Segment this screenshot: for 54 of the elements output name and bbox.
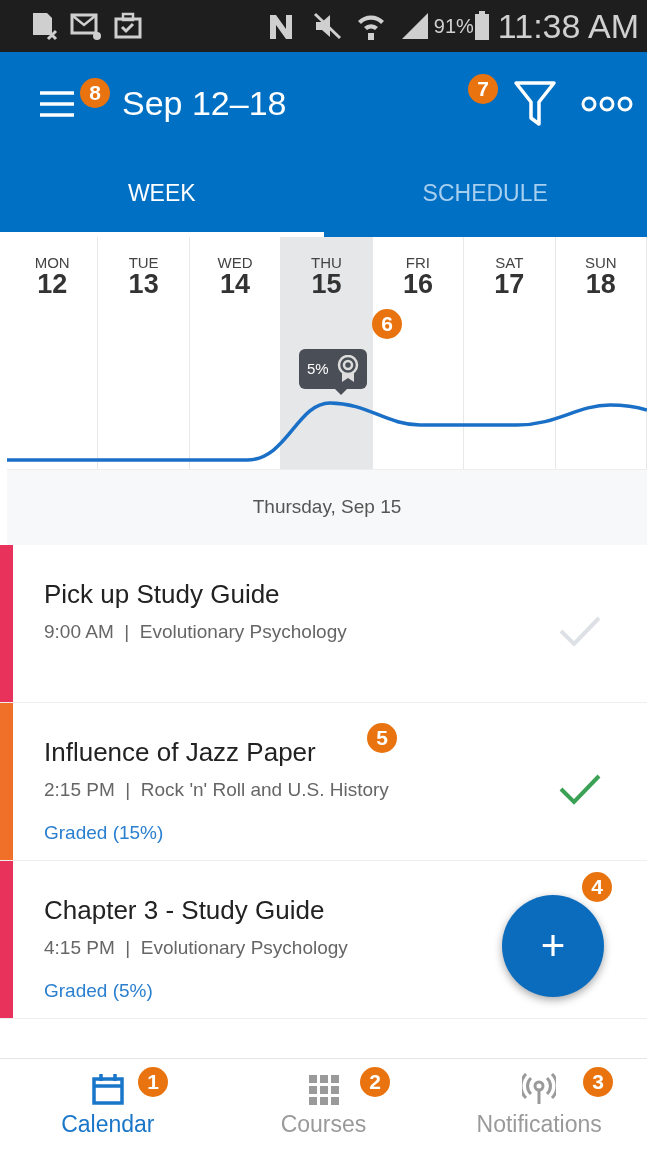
weekday-label: MON [33, 255, 71, 270]
event-details: 4:15 PM | Evolutionary Psychology [44, 936, 348, 960]
graded-link[interactable]: Graded (5%) [44, 976, 153, 1005]
day-column[interactable]: SAT 17 [464, 237, 556, 469]
battery-level: 91% [433, 14, 474, 39]
menu-icon[interactable] [40, 90, 74, 117]
callout-marker: 6 [372, 309, 402, 339]
briefcase-icon [112, 11, 142, 41]
broadcast-icon [522, 1073, 557, 1107]
date-range-title: Sep 12–18 [122, 83, 287, 124]
event-row[interactable]: Influence of Jazz Paper 2:15 PM | Rock 'n' Roll and U.S. History Graded (15%) 5 [0, 703, 647, 861]
weekday-label: SAT [494, 255, 525, 270]
day-column[interactable]: TUE 13 [98, 237, 190, 469]
award-ribbon-icon [336, 355, 359, 383]
grid-icon [306, 1073, 341, 1107]
weekday-label: THU [310, 255, 343, 270]
callout-marker: 4 [582, 872, 612, 902]
graded-link[interactable]: Graded (15%) [44, 818, 164, 847]
weekday-label: SUN [583, 255, 618, 270]
calendar-icon [90, 1073, 125, 1107]
day-column[interactable]: SUN 18 [555, 237, 647, 469]
date-number: 18 [584, 270, 617, 300]
date-number: 12 [36, 270, 69, 300]
event-details: 9:00 AM | Evolutionary Psychology [44, 620, 347, 644]
event-title: Influence of Jazz Paper [44, 736, 316, 769]
filter-icon[interactable] [513, 79, 557, 128]
weekday-label: TUE [127, 255, 160, 270]
date-number: 15 [310, 270, 343, 300]
event-title: Chapter 3 - Study Guide [44, 894, 325, 927]
event-row[interactable]: Pick up Study Guide 9:00 AM | Evolutionary Psychology [0, 545, 647, 703]
checkmark-icon[interactable] [558, 773, 602, 805]
mute-icon [311, 11, 342, 41]
callout-marker: 8 [80, 78, 110, 108]
date-number: 17 [493, 270, 526, 300]
callout-marker: 2 [360, 1067, 390, 1097]
callout-marker: 5 [367, 723, 397, 753]
weekday-label: FRI [404, 255, 431, 270]
callout-marker: 3 [583, 1067, 613, 1097]
add-button[interactable]: + [502, 895, 604, 997]
date-number: 14 [219, 270, 252, 300]
event-title: Pick up Study Guide [44, 578, 280, 611]
day-header: Thursday, Sep 15 [7, 470, 647, 545]
tooltip-text: 5% [307, 358, 329, 379]
battery-icon [473, 11, 490, 41]
day-column[interactable]: MON 12 [7, 237, 99, 469]
sim-card-icon [30, 11, 60, 41]
date-number: 13 [127, 270, 160, 300]
status-time: 11:38 AM [497, 5, 639, 47]
date-number: 16 [401, 270, 434, 300]
weekday-label: WED [216, 255, 254, 270]
callout-marker: 7 [468, 74, 498, 104]
event-details: 2:15 PM | Rock 'n' Roll and U.S. History [44, 778, 389, 802]
mail-icon [70, 11, 102, 41]
callout-marker: 1 [138, 1067, 168, 1097]
